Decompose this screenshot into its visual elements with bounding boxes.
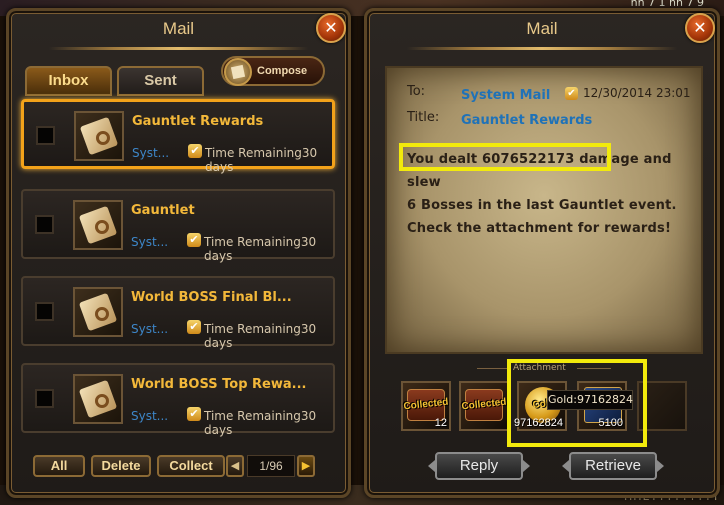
divider [477,368,511,369]
mail-time-remaining: Time Remaining30 days [204,322,317,350]
mail-body-line: Check the attachment for rewards! [407,221,672,236]
mail-body-line: 6 Bosses in the last Gauntlet event. [407,198,677,213]
mail-time-remaining: Time Remaining30 days [205,146,318,174]
scroll-icon [74,111,124,161]
check-icon: ✔ [188,144,202,158]
recipient-value: System Mail [461,88,551,103]
mail-checkbox[interactable] [36,126,55,145]
to-label: To: [407,84,426,99]
mail-title: World BOSS Final Bl... [131,290,292,305]
panel-title: Mail [526,19,558,38]
magnifier-glyph [96,131,110,145]
select-all-button[interactable]: All [33,455,85,477]
collect-button[interactable]: Collect [157,455,225,477]
attachment-highlight-box [507,359,647,447]
magnifier-glyph [95,307,109,321]
attachment-slot[interactable]: Collected 12 [401,381,451,431]
mail-item[interactable]: World BOSS Top Rewa... Syst... ✔ Time Re… [21,363,335,437]
mail-sender: Syst... [131,322,169,336]
tab-sent[interactable]: Sent [117,66,204,96]
mail-title: Gauntlet Rewards [132,114,264,129]
close-button[interactable]: ✕ [316,13,346,43]
mail-title: World BOSS Top Rewa... [131,377,307,392]
magnifier-glyph [95,220,109,234]
retrieve-button[interactable]: Retrieve [562,452,664,480]
mail-item[interactable]: World BOSS Final Bl... Syst... ✔ Time Re… [21,276,335,350]
compose-label: Compose [257,65,308,77]
mail-list-panel: Mail ✕ Inbox Sent Compose Gauntlet Rewar… [6,8,351,498]
damage-highlight-box [399,143,611,171]
mail-time-remaining: Time Remaining30 days [204,235,317,263]
mail-sender: Syst... [131,235,169,249]
tab-inbox[interactable]: Inbox [25,66,112,96]
close-button[interactable]: ✕ [685,13,715,43]
page-indicator: 1/96 [247,455,295,477]
scroll-icon [73,200,123,250]
mail-date: 12/30/2014 23:01 [583,86,691,100]
next-page-icon[interactable]: ▶ [297,455,315,477]
title-label: Title: [407,110,440,125]
reply-button[interactable]: Reply [428,452,530,480]
scroll-icon [73,374,123,424]
mail-detail-panel: Mail ✕ To: System Mail ✔ 12/30/2014 23:0… [364,8,720,498]
mail-sender: Syst... [132,146,170,160]
mail-checkbox[interactable] [35,302,54,321]
check-icon: ✔ [187,233,201,247]
quill-icon [224,58,252,86]
compose-button[interactable]: Compose [221,56,325,86]
mail-body-parchment: To: System Mail ✔ 12/30/2014 23:01 Title… [385,66,703,354]
panel-title: Mail [162,19,195,38]
mail-sender: Syst... [131,409,169,423]
mail-title: Gauntlet [131,203,195,218]
mail-item[interactable]: Gauntlet Syst... ✔ Time Remaining30 days [21,189,335,263]
magnifier-glyph [95,394,109,408]
delete-button[interactable]: Delete [91,455,151,477]
mail-item[interactable]: Gauntlet Rewards Syst... ✔ Time Remainin… [21,99,335,174]
mail-checkbox[interactable] [35,215,54,234]
check-icon: ✔ [187,320,201,334]
mail-time-remaining: Time Remaining30 days [204,409,317,437]
item-count: 12 [434,417,447,429]
mail-subject: Gauntlet Rewards [461,113,593,128]
prev-page-icon[interactable]: ◀ [226,455,244,477]
title-ornament [49,47,308,50]
attachment-slot[interactable]: Collected [459,381,509,431]
title-ornament [407,47,677,50]
mail-checkbox[interactable] [35,389,54,408]
check-icon: ✔ [565,87,578,100]
check-icon: ✔ [187,407,201,421]
scroll-icon [73,287,123,337]
